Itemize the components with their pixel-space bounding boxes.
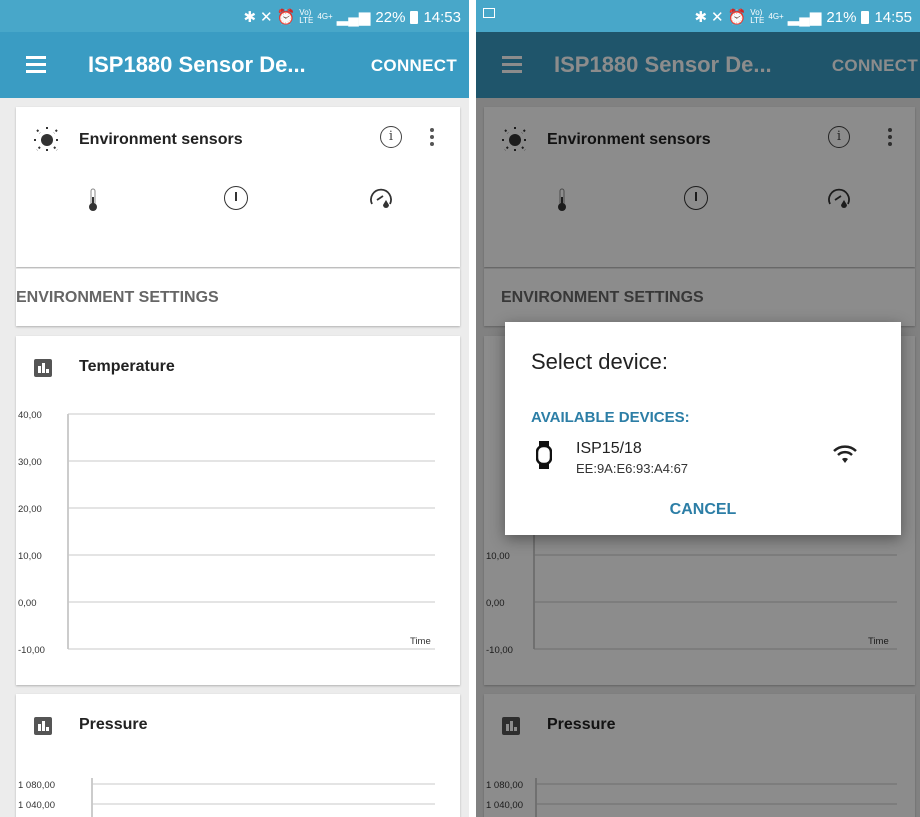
status-icons: ✱ ✕ ⏰ Vo) LTE 4G+ ▂▄▆	[694, 8, 822, 27]
device-name[interactable]: ISP15/18	[576, 440, 642, 458]
right-screen: ✱ ✕ ⏰ Vo) LTE 4G+ ▂▄▆ 21% 14:55 ISP1880 S…	[476, 0, 920, 817]
mute-icon: ✕	[260, 9, 273, 26]
y-tick-label: 20,00	[18, 504, 42, 515]
y-tick-label: -10,00	[18, 645, 45, 656]
status-bar: ✱ ✕ ⏰ Vo) LTE 4G+ ▂▄▆ 22% 14:53	[0, 0, 469, 32]
circle-info-icon[interactable]	[224, 186, 248, 210]
wifi-icon	[833, 445, 857, 463]
y-tick-label: 1 040,00	[18, 800, 55, 811]
x-axis-label: Time	[410, 636, 431, 647]
y-tick-label: 30,00	[18, 457, 42, 468]
cancel-button[interactable]: CANCEL	[505, 501, 901, 519]
bluetooth-icon: ✱	[694, 9, 708, 26]
network-type: 4G+	[768, 12, 784, 21]
app-title: ISP1880 Sensor De...	[88, 52, 306, 77]
status-icons: ✱ ✕ ⏰ Vo) LTE 4G+ ▂▄▆	[243, 8, 371, 27]
select-device-dialog: Select device: AVAILABLE DEVICES: ISP15/…	[505, 322, 901, 535]
connect-button[interactable]: CONNECT	[371, 56, 457, 76]
environment-settings-label: ENVIRONMENT SETTINGS	[16, 289, 219, 306]
watch-icon	[536, 441, 552, 469]
pressure-chart: 1 080,00 1 040,00	[18, 778, 435, 817]
info-icon[interactable]: i	[380, 126, 402, 148]
alarm-icon: ⏰	[276, 9, 296, 26]
screen-divider	[469, 0, 476, 817]
pressure-card: Pressure 1 080,00 1 040,00	[16, 694, 460, 817]
clock: 14:55	[874, 8, 912, 26]
signal-icon: ▂▄▆	[787, 9, 822, 26]
y-tick-label: 10,00	[18, 551, 42, 562]
clock: 14:53	[423, 8, 461, 26]
menu-icon[interactable]	[26, 56, 46, 73]
y-tick-label: 1 080,00	[18, 780, 55, 791]
battery-icon	[861, 10, 870, 24]
bluetooth-icon: ✱	[243, 9, 257, 26]
battery-percent: 21%	[826, 8, 857, 26]
device-address[interactable]: EE:9A:E6:93:A4:67	[576, 461, 688, 476]
battery-icon	[410, 10, 419, 24]
volte-label: Vo) LTE	[750, 8, 765, 25]
dialog-title: Select device:	[531, 349, 668, 374]
left-screen: ✱ ✕ ⏰ Vo) LTE 4G+ ▂▄▆ 22% 14:53 ISP1880 S…	[0, 0, 469, 817]
available-devices-label: AVAILABLE DEVICES:	[531, 409, 690, 426]
temperature-card: Temperature 40,00 30,00 20,00 10,00 0,00 -10,…	[16, 336, 460, 685]
mute-icon: ✕	[711, 9, 724, 26]
status-bar: ✱ ✕ ⏰ Vo) LTE 4G+ ▂▄▆ 21% 14:55	[476, 0, 920, 32]
more-vert-icon[interactable]	[430, 128, 434, 149]
signal-icon: ▂▄▆	[336, 9, 371, 26]
battery-percent: 22%	[375, 8, 406, 26]
y-tick-label: 40,00	[18, 410, 42, 421]
alarm-icon: ⏰	[727, 9, 747, 26]
gauge-icon[interactable]	[368, 186, 394, 212]
network-type: 4G+	[317, 12, 333, 21]
environment-card: Environment sensors i	[16, 107, 460, 267]
env-title: Environment sensors	[79, 131, 243, 148]
app-bar: ISP1880 Sensor De... CONNECT	[0, 32, 469, 98]
image-icon	[483, 8, 495, 18]
environment-settings-row[interactable]: ENVIRONMENT SETTINGS	[16, 268, 460, 326]
y-tick-label: 0,00	[18, 598, 37, 609]
temperature-chart: 40,00 30,00 20,00 10,00 0,00 -10,00 Time	[18, 410, 435, 656]
thermometer-icon[interactable]	[87, 187, 99, 213]
volte-label: Vo) LTE	[299, 8, 314, 25]
sun-icon	[34, 127, 60, 153]
